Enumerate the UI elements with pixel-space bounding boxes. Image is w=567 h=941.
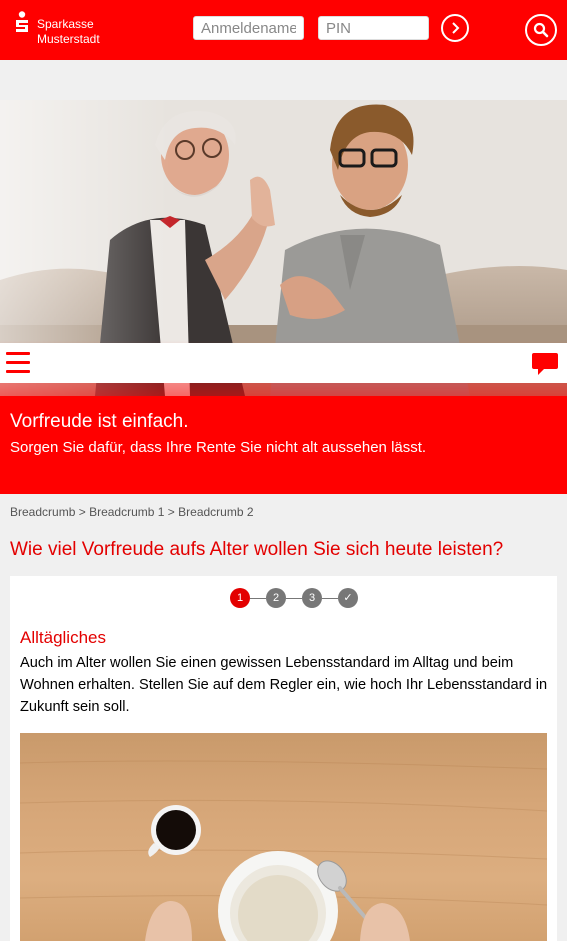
brand-line-1: Sparkasse — [37, 17, 94, 31]
step-1[interactable]: 1 — [230, 588, 250, 608]
breadcrumb-separator: > — [167, 505, 175, 519]
navigation-bar — [0, 343, 567, 383]
breadcrumb-item-0[interactable]: Breadcrumb — [10, 505, 75, 519]
step-done[interactable]: ✓ — [338, 588, 358, 608]
stepper-line — [250, 597, 266, 599]
page-title: Wie viel Vorfreude aufs Alter wollen Sie… — [10, 539, 504, 560]
sparkasse-s-icon — [16, 11, 28, 32]
brand-line-2: Musterstadt — [37, 32, 100, 46]
breadcrumb-item-1[interactable]: Breadcrumb 1 — [89, 505, 164, 519]
breadcrumb: Breadcrumb > Breadcrumb 1 > Breadcrumb 2 — [10, 505, 254, 519]
chat-icon[interactable] — [531, 352, 559, 376]
spacer-band — [0, 60, 567, 100]
chevron-right-icon — [452, 22, 460, 34]
banner-subtitle: Sorgen Sie dafür, dass Ihre Rente Sie ni… — [10, 439, 427, 456]
sparkasse-logo[interactable]: Sparkasse Musterstadt — [14, 11, 124, 49]
breadcrumb-item-2[interactable]: Breadcrumb 2 — [178, 505, 253, 519]
menu-icon[interactable] — [6, 352, 30, 374]
calculator-card: 1 2 3 ✓ Alltägliches Auch im Alter wolle… — [10, 576, 557, 941]
stepper-line — [286, 597, 302, 599]
progress-stepper: 1 2 3 ✓ — [230, 588, 358, 608]
search-icon — [533, 22, 549, 38]
username-input[interactable] — [193, 16, 304, 40]
breakfast-image — [20, 733, 547, 941]
section-title: Alltägliches — [20, 628, 106, 647]
banner-title: Vorfreude ist einfach. — [10, 411, 189, 432]
step-3[interactable]: 3 — [302, 588, 322, 608]
breadcrumb-separator: > — [78, 505, 86, 519]
step-2[interactable]: 2 — [266, 588, 286, 608]
hero-banner: Vorfreude ist einfach. Sorgen Sie dafür,… — [0, 396, 567, 494]
login-submit-button[interactable] — [441, 14, 469, 42]
top-header: Sparkasse Musterstadt — [0, 0, 567, 60]
breakfast-illustration — [20, 760, 547, 941]
search-button[interactable] — [525, 14, 557, 46]
pin-input[interactable] — [318, 16, 429, 40]
section-description: Auch im Alter wollen Sie einen gewissen … — [20, 655, 548, 715]
brand-name: Sparkasse Musterstadt — [37, 17, 100, 47]
stepper-line — [322, 597, 338, 599]
